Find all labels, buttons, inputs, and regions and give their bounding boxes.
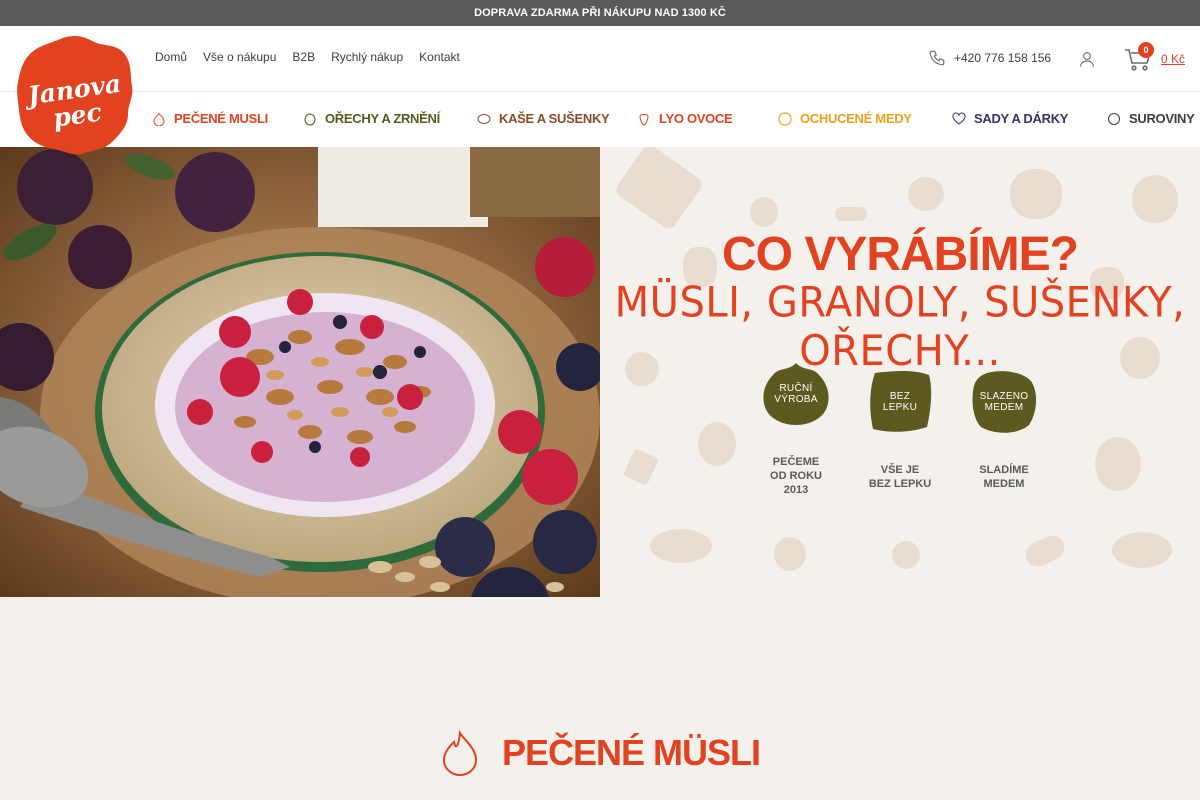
- header-top: Domů Vše o nákupu B2B Rychlý nákup Konta…: [0, 26, 1200, 91]
- bg-shape: [835, 207, 867, 221]
- bg-shape: [613, 147, 705, 232]
- badge-honey-sweetened: SLAZENO MEDEM SLADÍME MEDEM: [959, 369, 1049, 491]
- nav-link-contact[interactable]: Kontakt: [419, 50, 460, 64]
- nav-link-quick-order[interactable]: Rychlý nákup: [331, 50, 403, 64]
- category-ingredients[interactable]: SUROVINY: [1107, 111, 1195, 126]
- badge-gluten-free-label: VŠE JE BEZ LEPKU: [855, 463, 945, 491]
- badge-gluten-free-icon: BEZ LEPKU: [865, 369, 935, 435]
- cart-total[interactable]: 0 Kč: [1161, 52, 1185, 66]
- flame-drop-icon: [442, 730, 477, 776]
- hero-image: [0, 147, 600, 597]
- seed-icon: [1108, 112, 1120, 125]
- bg-shape: [750, 197, 778, 227]
- badge-label-line: SLADÍME: [979, 464, 1029, 476]
- drop-icon: [153, 112, 165, 126]
- category-lyo-fruit[interactable]: LYO OVOCE: [637, 111, 733, 126]
- badge-handmade-icon: RUČNÍ VÝROBA: [761, 361, 831, 427]
- nut-icon: [304, 113, 316, 125]
- announcement-text: DOPRAVA ZDARMA PŘI NÁKUPU NAD 1300 KČ: [474, 7, 726, 19]
- category-nav: PEČENÉ MUSLI OŘECHY A ZRNĚNÍ KAŠE A SUŠE…: [0, 92, 1200, 147]
- category-label: PEČENÉ MUSLI: [174, 111, 268, 126]
- category-label: LYO OVOCE: [659, 111, 733, 126]
- category-label: SUROVINY: [1129, 111, 1195, 126]
- category-gift-sets[interactable]: SADY A DÁRKY: [952, 111, 1068, 126]
- category-porridge-cookies[interactable]: KAŠE A SUŠENKY: [477, 111, 610, 126]
- honey-icon: [778, 111, 792, 126]
- nav-link-shopping-info[interactable]: Vše o nákupu: [203, 50, 276, 64]
- bg-shape: [892, 541, 920, 569]
- strawberry-icon: [639, 113, 649, 126]
- bg-shape: [1010, 169, 1062, 219]
- hero-title: CO VYRÁBÍME?: [721, 228, 1079, 281]
- category-label: KAŠE A SUŠENKY: [499, 111, 610, 126]
- category-flavored-honey[interactable]: OCHUCENÉ MEDY: [778, 111, 912, 126]
- site-logo[interactable]: Janova pec: [16, 34, 134, 156]
- category-label: OŘECHY A ZRNĚNÍ: [325, 111, 440, 126]
- bg-shape: [1021, 531, 1069, 571]
- phone-icon: [929, 50, 945, 66]
- cart-count-badge: 0: [1138, 42, 1154, 58]
- bg-shape: [1132, 175, 1178, 223]
- nav-link-home[interactable]: Domů: [155, 50, 187, 64]
- bg-shape: [1112, 532, 1172, 568]
- category-label: SADY A DÁRKY: [974, 111, 1069, 126]
- announcement-bar: DOPRAVA ZDARMA PŘI NÁKUPU NAD 1300 KČ: [0, 0, 1200, 26]
- phone-number: +420 776 158 156: [954, 51, 1052, 65]
- badge-honey-sweetened-icon: SLAZENO MEDEM: [969, 369, 1039, 435]
- badge-label-line: VŠE JE: [880, 464, 920, 476]
- cookie-icon: [477, 113, 491, 124]
- badge-label-line: OD ROKU: [770, 470, 822, 482]
- badge-handmade-label: PEČEME OD ROKU 2013: [751, 455, 841, 497]
- utility-nav: Domů Vše o nákupu B2B Rychlý nákup Konta…: [155, 50, 460, 64]
- badge-label-line: 2013: [783, 484, 809, 496]
- site-header: Domů Vše o nákupu B2B Rychlý nákup Konta…: [0, 26, 1200, 147]
- hero-subtitle: MÜSLI, GRANOLY, SUŠENKY, OŘECHY...: [614, 278, 1186, 376]
- badge-honey-sweetened-label: SLADÍME MEDEM: [959, 463, 1049, 491]
- user-account-icon[interactable]: [1078, 50, 1096, 68]
- badge-label-line: MEDEM: [983, 478, 1025, 490]
- badge-label-line: PEČEME: [772, 456, 820, 468]
- nav-link-b2b[interactable]: B2B: [292, 50, 315, 64]
- badge-label-line: BEZ LEPKU: [868, 478, 932, 490]
- category-label: OCHUCENÉ MEDY: [800, 111, 912, 126]
- category-baked-muesli[interactable]: PEČENÉ MUSLI: [152, 111, 268, 126]
- bg-shape: [774, 537, 806, 571]
- hero-intro-panel: CO VYRÁBÍME? MÜSLI, GRANOLY, SUŠENKY, OŘ…: [600, 147, 1200, 597]
- bg-shape: [698, 422, 736, 466]
- badge-gluten-free: BEZ LEPKU VŠE JE BEZ LEPKU: [855, 369, 945, 491]
- badge-handmade: RUČNÍ VÝROBA PEČEME OD ROKU 2013: [751, 361, 841, 497]
- category-nuts-grains[interactable]: OŘECHY A ZRNĚNÍ: [303, 111, 440, 126]
- section-title: PEČENÉ MÜSLI: [501, 732, 761, 773]
- bg-shape: [650, 529, 712, 563]
- heart-icon: [952, 111, 966, 125]
- bg-shape: [622, 447, 660, 487]
- bg-shape: [1095, 437, 1141, 491]
- phone-contact[interactable]: +420 776 158 156: [928, 49, 1051, 67]
- section-baked-muesli-heading: PEČENÉ MÜSLI: [0, 730, 1200, 776]
- bg-shape: [908, 177, 944, 211]
